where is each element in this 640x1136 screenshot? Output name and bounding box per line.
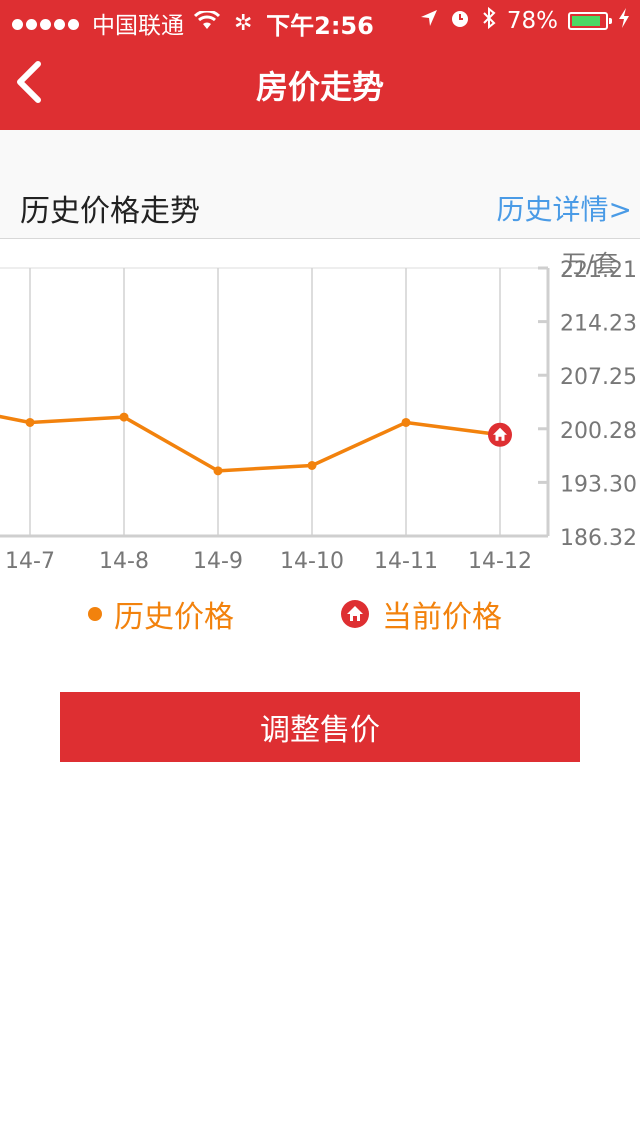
current-price-marker-icon [488, 422, 512, 447]
legend-current-label: 当前价格 [382, 600, 502, 635]
legend-history: 历史价格 [88, 592, 234, 636]
data-point [213, 466, 223, 476]
chart-legend: 历史价格 当前价格 [0, 592, 640, 636]
y-tick-label: 200.28 [560, 419, 637, 444]
bluetooth-icon [481, 6, 497, 36]
legend-dot-icon [88, 607, 102, 621]
navigation-bar: 中国联通 ✲ 下午2:56 78% 房价走势 [0, 0, 640, 130]
plot-area [0, 268, 548, 536]
y-tick-label: 193.30 [560, 472, 637, 497]
x-tick-label: 14-11 [374, 549, 438, 574]
location-arrow-icon [419, 8, 439, 34]
history-details-link[interactable]: 历史详情> [497, 188, 632, 228]
y-tick-label: 186.32 [560, 526, 637, 551]
data-point [401, 417, 411, 427]
legend-history-label: 历史价格 [114, 600, 234, 635]
price-trend-chart: 221.21214.23207.25200.28193.30186.32万/套1… [0, 250, 637, 574]
house-marker-icon [341, 600, 369, 628]
alarm-icon [449, 7, 471, 35]
data-point [307, 460, 317, 470]
page-title: 房价走势 [255, 68, 384, 106]
data-point [119, 412, 129, 422]
adjust-price-button[interactable]: 调整售价 [60, 692, 580, 762]
x-tick-label: 14-9 [193, 549, 243, 574]
x-tick-label: 14-12 [468, 549, 532, 574]
legend-current: 当前价格 [340, 592, 502, 636]
data-point [25, 417, 35, 427]
battery-icon [568, 12, 612, 30]
status-bar: 中国联通 ✲ 下午2:56 78% [0, 0, 640, 40]
section-header: 历史价格走势 历史详情> [0, 130, 640, 239]
y-tick-label: 207.25 [560, 365, 637, 390]
x-tick-label: 14-10 [280, 549, 344, 574]
y-axis-unit: 万/套 [562, 250, 618, 278]
x-tick-label: 14-8 [99, 549, 149, 574]
section-title: 历史价格走势 [20, 194, 200, 229]
charging-icon [618, 7, 630, 35]
y-tick-label: 214.23 [560, 312, 637, 337]
battery-percent: 78% [506, 8, 558, 34]
x-tick-label: 14-7 [5, 549, 55, 574]
